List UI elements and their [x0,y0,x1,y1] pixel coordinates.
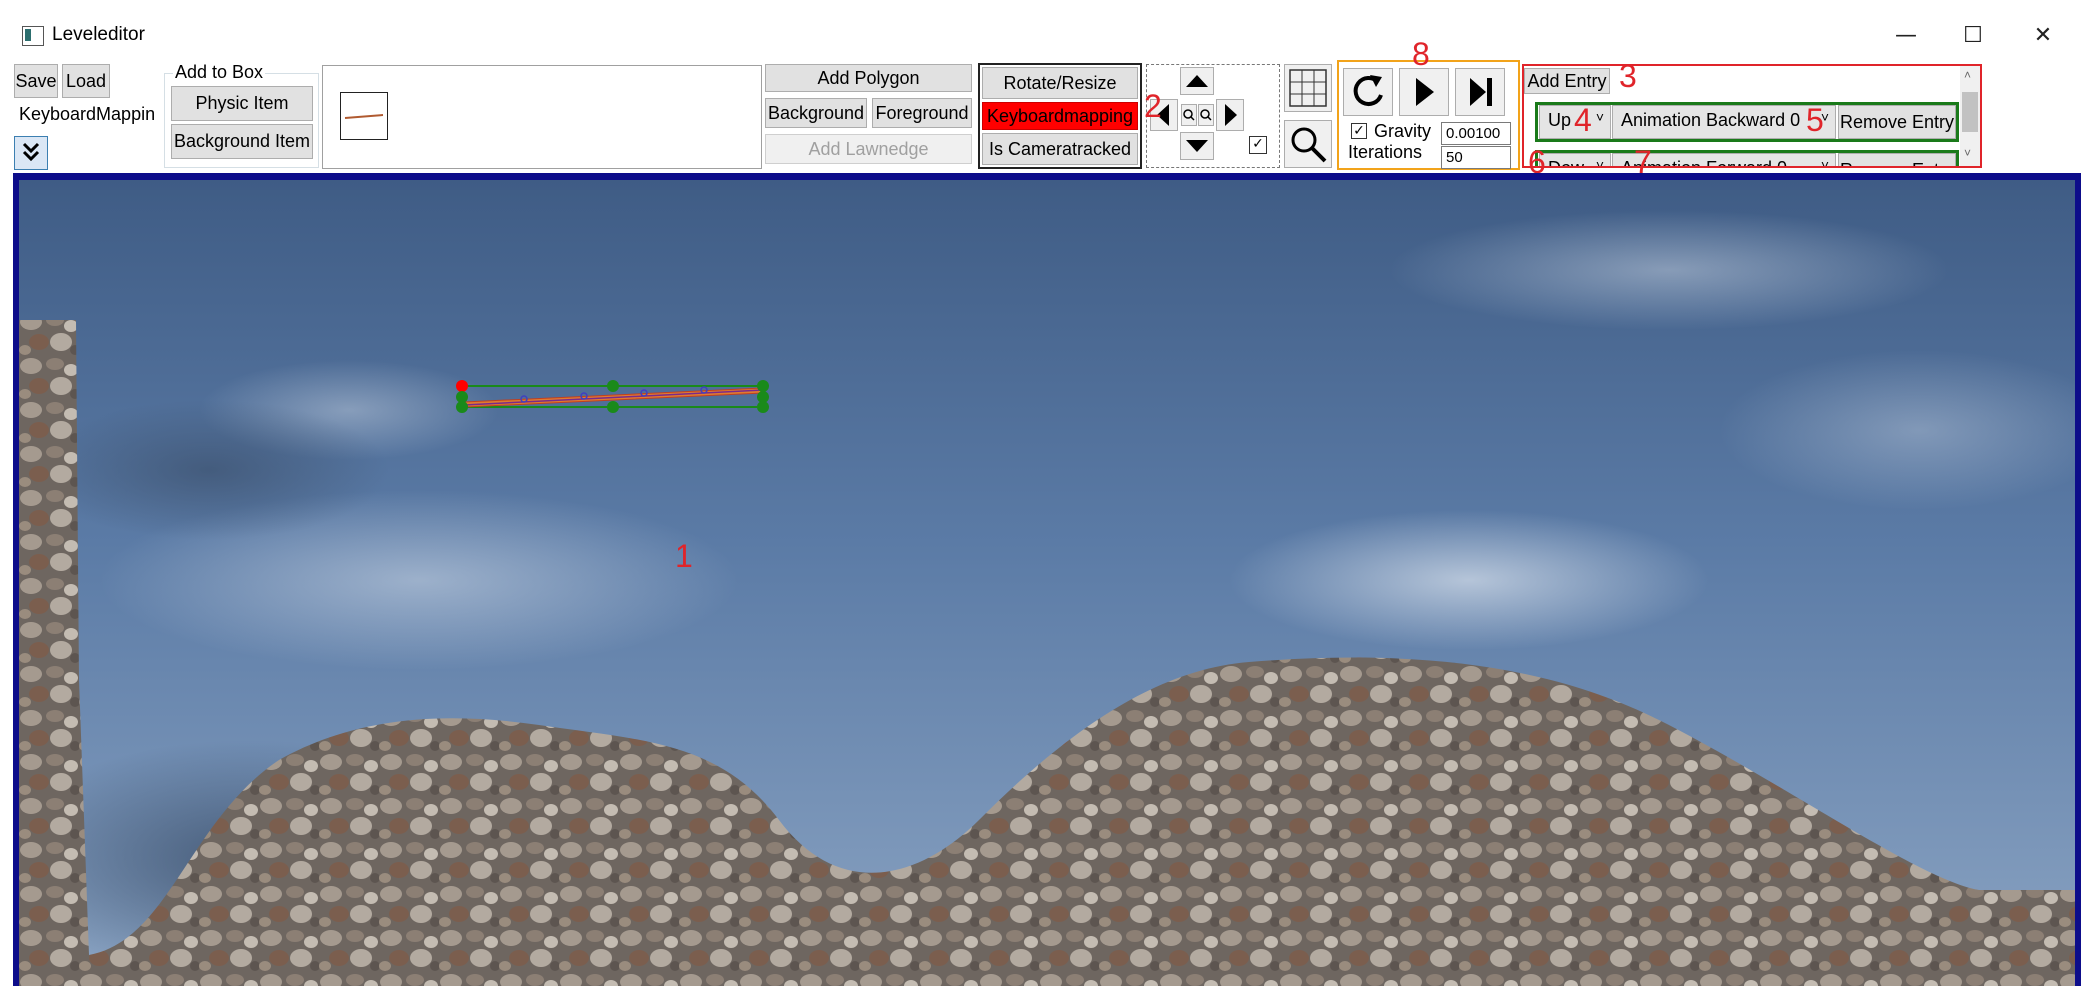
magnifier-button[interactable] [1284,120,1332,168]
scroll-down-icon[interactable]: ˅ [1964,146,1971,160]
annotation-3: 3 [1619,58,1637,94]
arrow-down-icon [1186,140,1208,152]
background-item-button[interactable]: Background Item [171,124,313,159]
annotation-2: 2 [1144,88,1162,124]
play-icon [1416,78,1434,106]
reset-simulation-button[interactable] [1343,68,1393,116]
key-select[interactable]: Dow ˅ [1539,153,1611,168]
iterations-input[interactable]: 50 [1441,146,1511,169]
foreground-button[interactable]: Foreground [872,98,972,128]
arrow-up-icon [1186,75,1208,87]
remove-entry-button[interactable]: Remove Entry [1838,153,1956,166]
window-title: Leveleditor [52,24,145,45]
save-button[interactable]: Save [14,64,58,98]
maximize-button[interactable]: ☐ [1943,18,2003,54]
keyboardmapping-button[interactable]: Keyboardmapping [982,102,1138,130]
gravity-label: Gravity [1374,121,1432,141]
scroll-thumb[interactable] [1962,92,1978,132]
grid-icon [1289,69,1327,107]
close-button[interactable]: ✕ [2013,18,2073,54]
level-canvas[interactable]: 1 [19,180,2075,986]
dropdown-icon: ˅ [1820,157,1829,168]
annotation-4: 4 [1574,102,1592,138]
dropdown-icon: ˅ [1595,157,1604,168]
step-forward-icon [1470,78,1492,106]
item-preview-list[interactable] [322,65,762,169]
dropdown-icon: ˅ [1595,109,1604,125]
annotation-5: 5 [1806,102,1824,138]
physic-item-button[interactable]: Physic Item [171,86,313,121]
annotation-8: 8 [1412,36,1430,72]
animation-select[interactable]: Animation Backward 0 ˅ [1612,105,1836,139]
zoom-out-icon [1200,109,1212,121]
rotate-resize-button[interactable]: Rotate/Resize [982,67,1138,99]
zoom-in-icon [1183,109,1195,121]
is-cameratracked-button[interactable]: Is Cameratracked [982,133,1138,165]
double-chevron-down-icon [22,142,40,162]
animation-select-value: Animation Backward 0 [1621,110,1801,130]
item-thumbnail[interactable] [340,92,388,140]
restart-icon [1353,75,1383,106]
app-icon [22,26,44,46]
add-lawnedge-button[interactable]: Add Lawnedge [765,134,972,164]
key-select-value: Up [1548,110,1572,130]
add-to-box-label: Add to Box [173,62,266,83]
minimize-button[interactable]: — [1876,18,1936,54]
gravity-input[interactable]: 0.00100 [1441,122,1511,145]
arrow-right-icon [1225,104,1237,126]
step-forward-button[interactable] [1455,68,1505,116]
scroll-up-icon[interactable]: ˄ [1964,68,1971,82]
expand-button[interactable] [14,136,48,170]
level-scene[interactable] [19,180,2075,986]
background-button[interactable]: Background [765,98,867,128]
add-entry-button[interactable]: Add Entry [1524,68,1610,94]
mapping-scrollbar[interactable]: ˄ ˅ [1960,66,1980,166]
stick-thumbnail-icon [344,114,384,119]
play-button[interactable] [1399,68,1449,116]
grid-toggle-button[interactable] [1284,64,1332,112]
title-bar [0,0,2099,58]
annotation-1: 1 [675,538,693,574]
key-select-value: Dow [1548,158,1585,168]
magnifier-icon [1291,127,1327,163]
pan-down-button[interactable] [1180,132,1214,160]
gravity-checkbox[interactable]: ✓ [1351,123,1367,139]
add-polygon-button[interactable]: Add Polygon [765,64,972,92]
pan-up-button[interactable] [1180,67,1214,95]
zoom-out-small-button[interactable] [1198,104,1214,126]
zoom-lock-checkbox[interactable]: ✓ [1249,136,1267,154]
mode-label: KeyboardMappin [19,104,156,124]
zoom-in-small-button[interactable] [1181,104,1197,126]
iterations-label: Iterations [1348,142,1423,162]
load-button[interactable]: Load [62,64,110,98]
pan-right-button[interactable] [1216,99,1244,131]
remove-entry-button[interactable]: Remove Entry [1838,105,1956,139]
